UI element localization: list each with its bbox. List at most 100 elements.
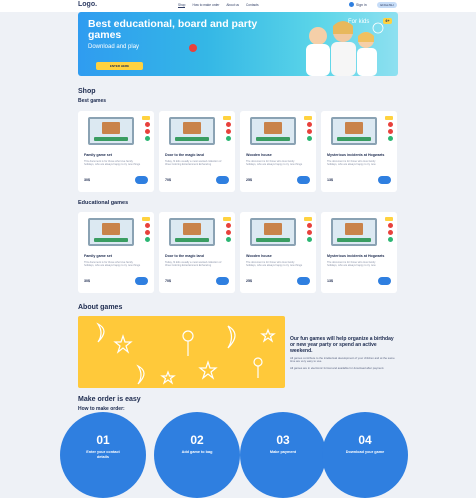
product-name: Family game set: [84, 153, 112, 157]
about-paragraph-1: All games contribute to the intellectual…: [290, 356, 395, 364]
educational-games-title: Educational games: [78, 200, 129, 206]
info-icon[interactable]: [388, 136, 393, 141]
info-icon[interactable]: [145, 237, 150, 242]
product-price: 70$: [165, 178, 171, 182]
educational-games-list: Family game set This document is for tho…: [78, 212, 397, 293]
card-actions: [226, 122, 231, 141]
step-2: 02 Add game to bag: [154, 412, 240, 498]
card-actions: [388, 122, 393, 141]
favorite-icon[interactable]: [226, 223, 231, 228]
favorite-icon[interactable]: [307, 122, 312, 127]
product-description: Today, fit kids usually a most wanted co…: [165, 160, 222, 167]
favorite-icon[interactable]: [388, 122, 393, 127]
product-description: This document is for those who love fami…: [84, 261, 141, 268]
step-text: Download your game: [345, 450, 385, 454]
info-icon[interactable]: [145, 136, 150, 141]
info-icon[interactable]: [226, 237, 231, 242]
age-badge: [142, 116, 150, 120]
cart-button[interactable]: [135, 277, 148, 285]
product-image: [88, 218, 134, 246]
share-icon[interactable]: [226, 230, 231, 235]
cart-button[interactable]: [216, 277, 229, 285]
info-icon[interactable]: [226, 136, 231, 141]
age-badge: [385, 116, 393, 120]
product-card[interactable]: Family game set This document is for tho…: [78, 111, 154, 192]
best-games-list: Family game set This document is for tho…: [78, 111, 397, 192]
step-text: Add game to bag: [181, 450, 213, 454]
card-actions: [145, 223, 150, 242]
product-card[interactable]: Door to the magic land Today, fit kids u…: [159, 111, 235, 192]
favorite-icon[interactable]: [226, 122, 231, 127]
product-card[interactable]: Mysterious incidents at Hogwarts The doc…: [321, 212, 397, 293]
hero-banner: Best educational, board and party games …: [78, 12, 398, 76]
product-description: The document is for those who love famil…: [246, 261, 303, 268]
about-heading: Our fun games will help organize a birth…: [290, 336, 394, 354]
favorite-icon[interactable]: [145, 122, 150, 127]
step-number: 01: [96, 433, 110, 447]
share-icon[interactable]: [307, 129, 312, 134]
step-number: 03: [276, 433, 290, 447]
cart-button[interactable]: [135, 176, 148, 184]
product-description: The document is for those who love famil…: [327, 160, 376, 167]
card-actions: [145, 122, 150, 141]
enter-button[interactable]: ENTER HERE: [96, 62, 143, 70]
nav-shop[interactable]: Shop: [178, 3, 186, 8]
share-icon[interactable]: [388, 230, 393, 235]
product-card[interactable]: Door to the magic land Today, fit kids u…: [159, 212, 235, 293]
product-description: Today, fit kids usually a most wanted co…: [165, 261, 222, 268]
info-icon[interactable]: [388, 237, 393, 242]
product-card[interactable]: Family game set This document is for tho…: [78, 212, 154, 293]
product-price: 25$: [246, 279, 252, 283]
cart-button[interactable]: [378, 176, 391, 184]
cart-button[interactable]: [297, 277, 310, 285]
favorite-icon[interactable]: [307, 223, 312, 228]
share-icon[interactable]: [226, 129, 231, 134]
sign-in-link[interactable]: Sign in: [349, 2, 367, 7]
cart-button[interactable]: [378, 277, 391, 285]
user-icon: [349, 2, 354, 7]
age-badge: [385, 217, 393, 221]
sign-in-label: Sign in: [356, 2, 367, 7]
share-icon[interactable]: [388, 129, 393, 134]
product-image: [331, 117, 377, 145]
share-icon[interactable]: [145, 129, 150, 134]
product-card[interactable]: Mysterious incidents at Hogwarts The doc…: [321, 111, 397, 192]
age-badge: [223, 217, 231, 221]
product-price: 13$: [327, 178, 333, 182]
product-card[interactable]: Wooden house The document is for those w…: [240, 111, 316, 192]
nav-how-to-order[interactable]: How to make order: [192, 3, 219, 8]
card-actions: [307, 122, 312, 141]
step-number: 02: [190, 433, 204, 447]
share-icon[interactable]: [145, 230, 150, 235]
product-image: [88, 117, 134, 145]
language-toggle[interactable]: ENGLISH: [377, 2, 397, 8]
cart-button[interactable]: [297, 176, 310, 184]
logo[interactable]: Logo.: [78, 1, 97, 8]
favorite-icon[interactable]: [145, 223, 150, 228]
product-name: Door to the magic land: [165, 153, 204, 157]
product-price: 30$: [84, 279, 90, 283]
about-title: About games: [78, 304, 123, 311]
product-price: 70$: [165, 279, 171, 283]
card-actions: [226, 223, 231, 242]
info-icon[interactable]: [307, 237, 312, 242]
product-name: Mysterious incidents at Hogwarts: [327, 254, 385, 258]
card-actions: [307, 223, 312, 242]
info-icon[interactable]: [307, 136, 312, 141]
step-1: 01 Enter your contact details: [60, 412, 146, 498]
step-3: 03 Make payment: [240, 412, 326, 498]
nav-about-us[interactable]: About us: [226, 3, 239, 8]
nav-contacts[interactable]: Contacts: [246, 3, 259, 8]
age-badge: [304, 116, 312, 120]
favorite-icon[interactable]: [388, 223, 393, 228]
share-icon[interactable]: [307, 230, 312, 235]
about-text-block: Our fun games will help organize a birth…: [290, 336, 398, 370]
product-image: [169, 218, 215, 246]
family-photo: [306, 21, 384, 76]
product-image: [331, 218, 377, 246]
order-title: Make order is easy: [78, 396, 141, 403]
hero-subtitle: Download and play: [88, 44, 140, 50]
cart-button[interactable]: [216, 176, 229, 184]
product-card[interactable]: Wooden house The document is for those w…: [240, 212, 316, 293]
step-text: Enter your contact details: [86, 450, 120, 459]
